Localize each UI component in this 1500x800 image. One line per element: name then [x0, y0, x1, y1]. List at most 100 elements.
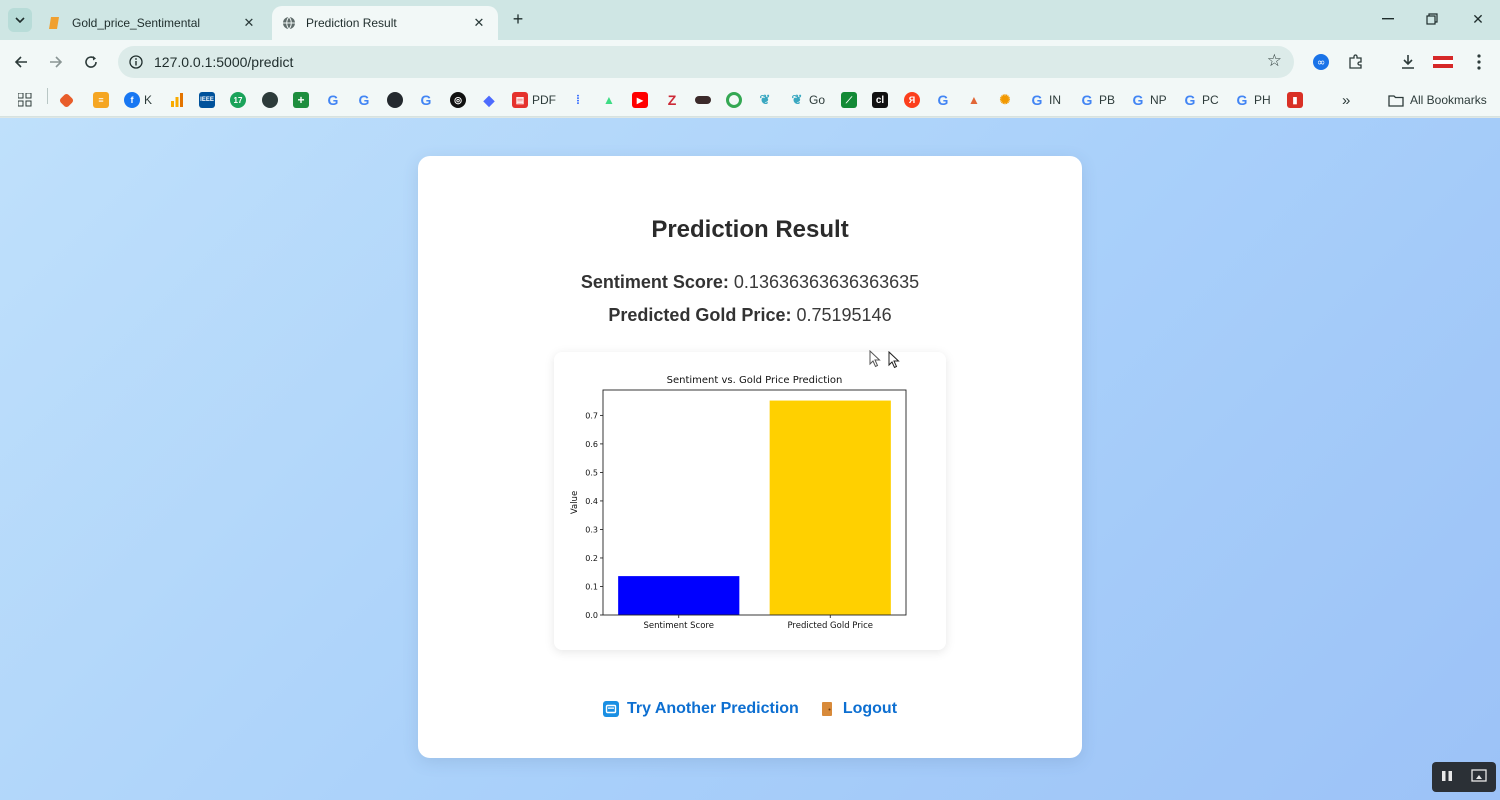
bookmark-cl[interactable]: cl	[872, 91, 888, 109]
bookmark-scan[interactable]: ⦙	[570, 91, 586, 109]
x-tick-label-0: Sentiment Score	[644, 621, 714, 631]
svg-text:∞: ∞	[1317, 58, 1325, 69]
bookmark-go[interactable]: ❦ Go	[789, 91, 825, 109]
picture-in-picture-icon[interactable]	[1471, 769, 1487, 785]
repeat-icon	[602, 701, 619, 717]
bookmark-overleaf[interactable]: ⟋	[841, 91, 857, 109]
address-bar[interactable]: 127.0.0.1:5000/predict ☆	[118, 46, 1294, 78]
tab-gold-price-sentimental[interactable]: Gold_price_Sentimental ✕	[38, 6, 268, 40]
new-tab-button[interactable]: +	[508, 9, 528, 29]
analytics-icon	[169, 92, 185, 108]
google-icon: G	[1236, 92, 1248, 108]
cursor-pointer-icon	[888, 350, 900, 374]
github-icon	[387, 92, 403, 108]
menu-kebab-icon[interactable]	[1468, 51, 1490, 73]
leaf-icon: ❦	[791, 92, 803, 107]
try-another-prediction-label: Try Another Prediction	[626, 700, 799, 717]
close-icon[interactable]: ✕	[470, 14, 488, 32]
bookmark-zotero[interactable]: Z	[664, 91, 680, 109]
bookmark-google-pb[interactable]: G PB	[1079, 91, 1115, 109]
tab-search-button[interactable]	[8, 8, 32, 32]
all-bookmarks-button[interactable]: All Bookmarks	[1388, 91, 1487, 109]
bookmark-eye[interactable]: ✺	[997, 91, 1013, 109]
bookmark-star-icon[interactable]: ☆	[1267, 51, 1282, 71]
orange-app-icon: ≡	[93, 92, 109, 108]
y-tick-label-0: 0.0	[585, 611, 598, 620]
bookmark-green-ring[interactable]	[726, 91, 742, 109]
url-text: 127.0.0.1:5000/predict	[154, 54, 294, 70]
tab-prediction-result[interactable]: Prediction Result ✕	[272, 6, 498, 40]
bookmark-diamond[interactable]	[58, 91, 75, 109]
bookmarks-overflow-icon[interactable]: »	[1342, 91, 1350, 109]
bookmark-sheets[interactable]: +	[293, 91, 309, 109]
bookmark-facebook-k[interactable]: fK	[124, 91, 152, 109]
forward-icon[interactable]	[45, 51, 67, 73]
bookmark-google-pc[interactable]: G PC	[1182, 91, 1219, 109]
facebook-icon: f	[124, 92, 140, 108]
bar-chart: Sentiment vs. Gold Price Prediction Senti…	[570, 375, 907, 631]
y-tick-label-5: 0.5	[585, 468, 598, 477]
extension-infinity-icon[interactable]: ∞	[1310, 51, 1332, 73]
screen-recorder-controls[interactable]	[1432, 762, 1496, 792]
bookmark-google-3[interactable]: G	[418, 91, 434, 109]
bookmark-android[interactable]: ▲	[601, 91, 617, 109]
predicted-gold-price-label: Predicted Gold Price:	[608, 305, 792, 325]
window-close-icon[interactable]: ✕	[1466, 8, 1490, 30]
bookmark-orange[interactable]: ≡	[93, 91, 109, 109]
bar-1	[769, 400, 891, 615]
eye-icon: ✺	[999, 92, 1011, 107]
bookmark-github[interactable]	[387, 91, 403, 109]
bookmark-red-doc[interactable]: ▮	[1287, 91, 1303, 109]
bookmark-google-ph[interactable]: G PH	[1234, 91, 1271, 109]
android-icon: ▲	[603, 93, 615, 107]
bookmark-yandex[interactable]: Я	[904, 91, 920, 109]
google-icon: G	[937, 92, 949, 108]
bookmark-google-np[interactable]: G NP	[1130, 91, 1167, 109]
pill-icon	[695, 96, 711, 104]
bookmark-globe[interactable]	[262, 91, 278, 109]
result-card: Prediction Result Sentiment Score: 0.136…	[418, 156, 1082, 758]
site-info-icon[interactable]	[126, 52, 146, 72]
bookmark-analytics[interactable]	[169, 91, 185, 109]
y-tick-label-1: 0.1	[585, 582, 598, 591]
reload-icon[interactable]	[80, 51, 102, 73]
restore-icon[interactable]	[1420, 8, 1444, 30]
apps-grid-icon[interactable]	[18, 91, 32, 109]
pause-icon[interactable]	[1441, 770, 1453, 785]
logout-label: Logout	[842, 700, 898, 717]
whale-icon: ◆	[483, 91, 495, 108]
close-icon[interactable]: ✕	[240, 14, 258, 32]
x-tick-label-1: Predicted Gold Price	[787, 621, 873, 631]
google-icon: G	[327, 92, 339, 108]
bookmark-google-4[interactable]: G	[935, 91, 951, 109]
bookmark-matlab[interactable]: ▲	[966, 91, 982, 109]
bookmark-dark-pill[interactable]	[695, 91, 711, 109]
minimize-icon[interactable]	[1376, 8, 1400, 30]
download-icon[interactable]	[1397, 51, 1419, 73]
predicted-gold-price-value: 0.75195146	[796, 305, 892, 325]
bookmark-openai[interactable]: ◎	[450, 91, 466, 109]
bookmark-deepseek[interactable]: ◆	[481, 91, 497, 109]
sentiment-score-line: Sentiment Score: 0.13636363636363635	[418, 272, 1082, 293]
bookmark-google-2[interactable]: G	[356, 91, 372, 109]
extensions-puzzle-icon[interactable]	[1345, 51, 1367, 73]
bookmark-green-17[interactable]: 17	[230, 91, 246, 109]
bookmark-google-in[interactable]: G IN	[1029, 91, 1061, 109]
bookmark-ieee[interactable]: IEEE	[199, 91, 215, 109]
y-tick-label-7: 0.7	[585, 411, 598, 420]
try-another-prediction-link[interactable]: Try Another Prediction	[602, 700, 799, 718]
tab-label: Prediction Result	[306, 16, 397, 30]
logout-link[interactable]: Logout	[819, 700, 897, 718]
bookmark-youtube[interactable]: ▶	[632, 91, 648, 109]
bookmark-leaf[interactable]: ❦	[757, 91, 773, 109]
google-icon: G	[358, 92, 370, 108]
profile-flag-icon[interactable]	[1432, 51, 1454, 73]
book-icon	[48, 16, 62, 30]
green-circle-icon: 17	[230, 92, 246, 108]
bookmark-pdf[interactable]: ▤ PDF	[512, 91, 556, 109]
cl-icon: cl	[872, 92, 888, 108]
sentiment-score-value: 0.13636363636363635	[733, 272, 920, 292]
bookmark-google-1[interactable]: G	[325, 91, 341, 109]
back-icon[interactable]	[10, 51, 32, 73]
y-tick-label-4: 0.4	[585, 497, 598, 506]
